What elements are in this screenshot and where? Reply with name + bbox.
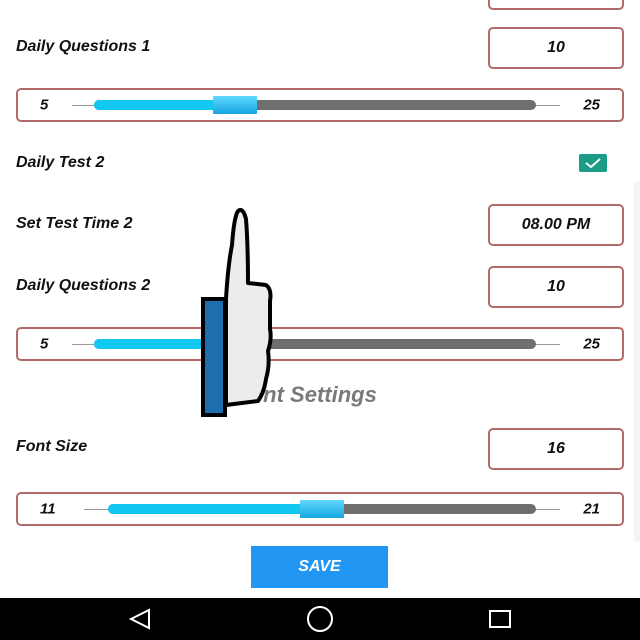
- slider-track: [94, 100, 536, 110]
- daily-questions-2-label: Daily Questions 2: [16, 277, 151, 294]
- daily-questions-1-slider[interactable]: 5 25: [16, 88, 624, 122]
- slider-max-label: 25: [583, 96, 600, 114]
- checkmark-icon: [585, 158, 601, 169]
- navigation-bar: [0, 598, 640, 640]
- slider-min-label: 5: [40, 96, 49, 114]
- recents-button[interactable]: [460, 598, 540, 640]
- font-size-label: Font Size: [16, 438, 88, 455]
- font-size-slider[interactable]: 11 21: [16, 492, 624, 526]
- slider-thumb[interactable]: [300, 500, 344, 518]
- slider-track: [94, 339, 536, 349]
- slider-fill: [108, 504, 322, 514]
- daily-questions-2-slider[interactable]: 5 25: [16, 327, 624, 361]
- save-button[interactable]: SAVE: [251, 546, 388, 588]
- daily-test-2-checkbox[interactable]: [579, 154, 607, 172]
- home-button[interactable]: [280, 598, 360, 640]
- daily-questions-1-label: Daily Questions 1: [16, 38, 151, 55]
- scroll-edge: [634, 182, 640, 542]
- daily-test-2-label: Daily Test 2: [16, 154, 105, 171]
- font-size-field[interactable]: 16: [488, 428, 624, 470]
- daily-questions-1-field[interactable]: 10: [488, 27, 624, 69]
- slider-min-label: 11: [40, 500, 56, 518]
- hand-pointer-icon: [201, 208, 273, 417]
- slider-max-label: 25: [583, 335, 600, 353]
- previous-setting-field[interactable]: [488, 0, 624, 10]
- back-button[interactable]: [100, 598, 180, 640]
- slider-max-label: 21: [583, 500, 600, 518]
- slider-thumb[interactable]: [213, 96, 258, 114]
- home-circle-icon: [307, 606, 333, 632]
- back-triangle-icon: [128, 608, 150, 630]
- font-settings-title: nt Settings: [263, 382, 377, 407]
- slider-min-label: 5: [40, 335, 49, 353]
- daily-questions-2-field[interactable]: 10: [488, 266, 624, 308]
- recents-square-icon: [489, 610, 511, 628]
- set-test-time-2-field[interactable]: 08.00 PM: [488, 204, 624, 246]
- set-test-time-2-label: Set Test Time 2: [16, 215, 133, 232]
